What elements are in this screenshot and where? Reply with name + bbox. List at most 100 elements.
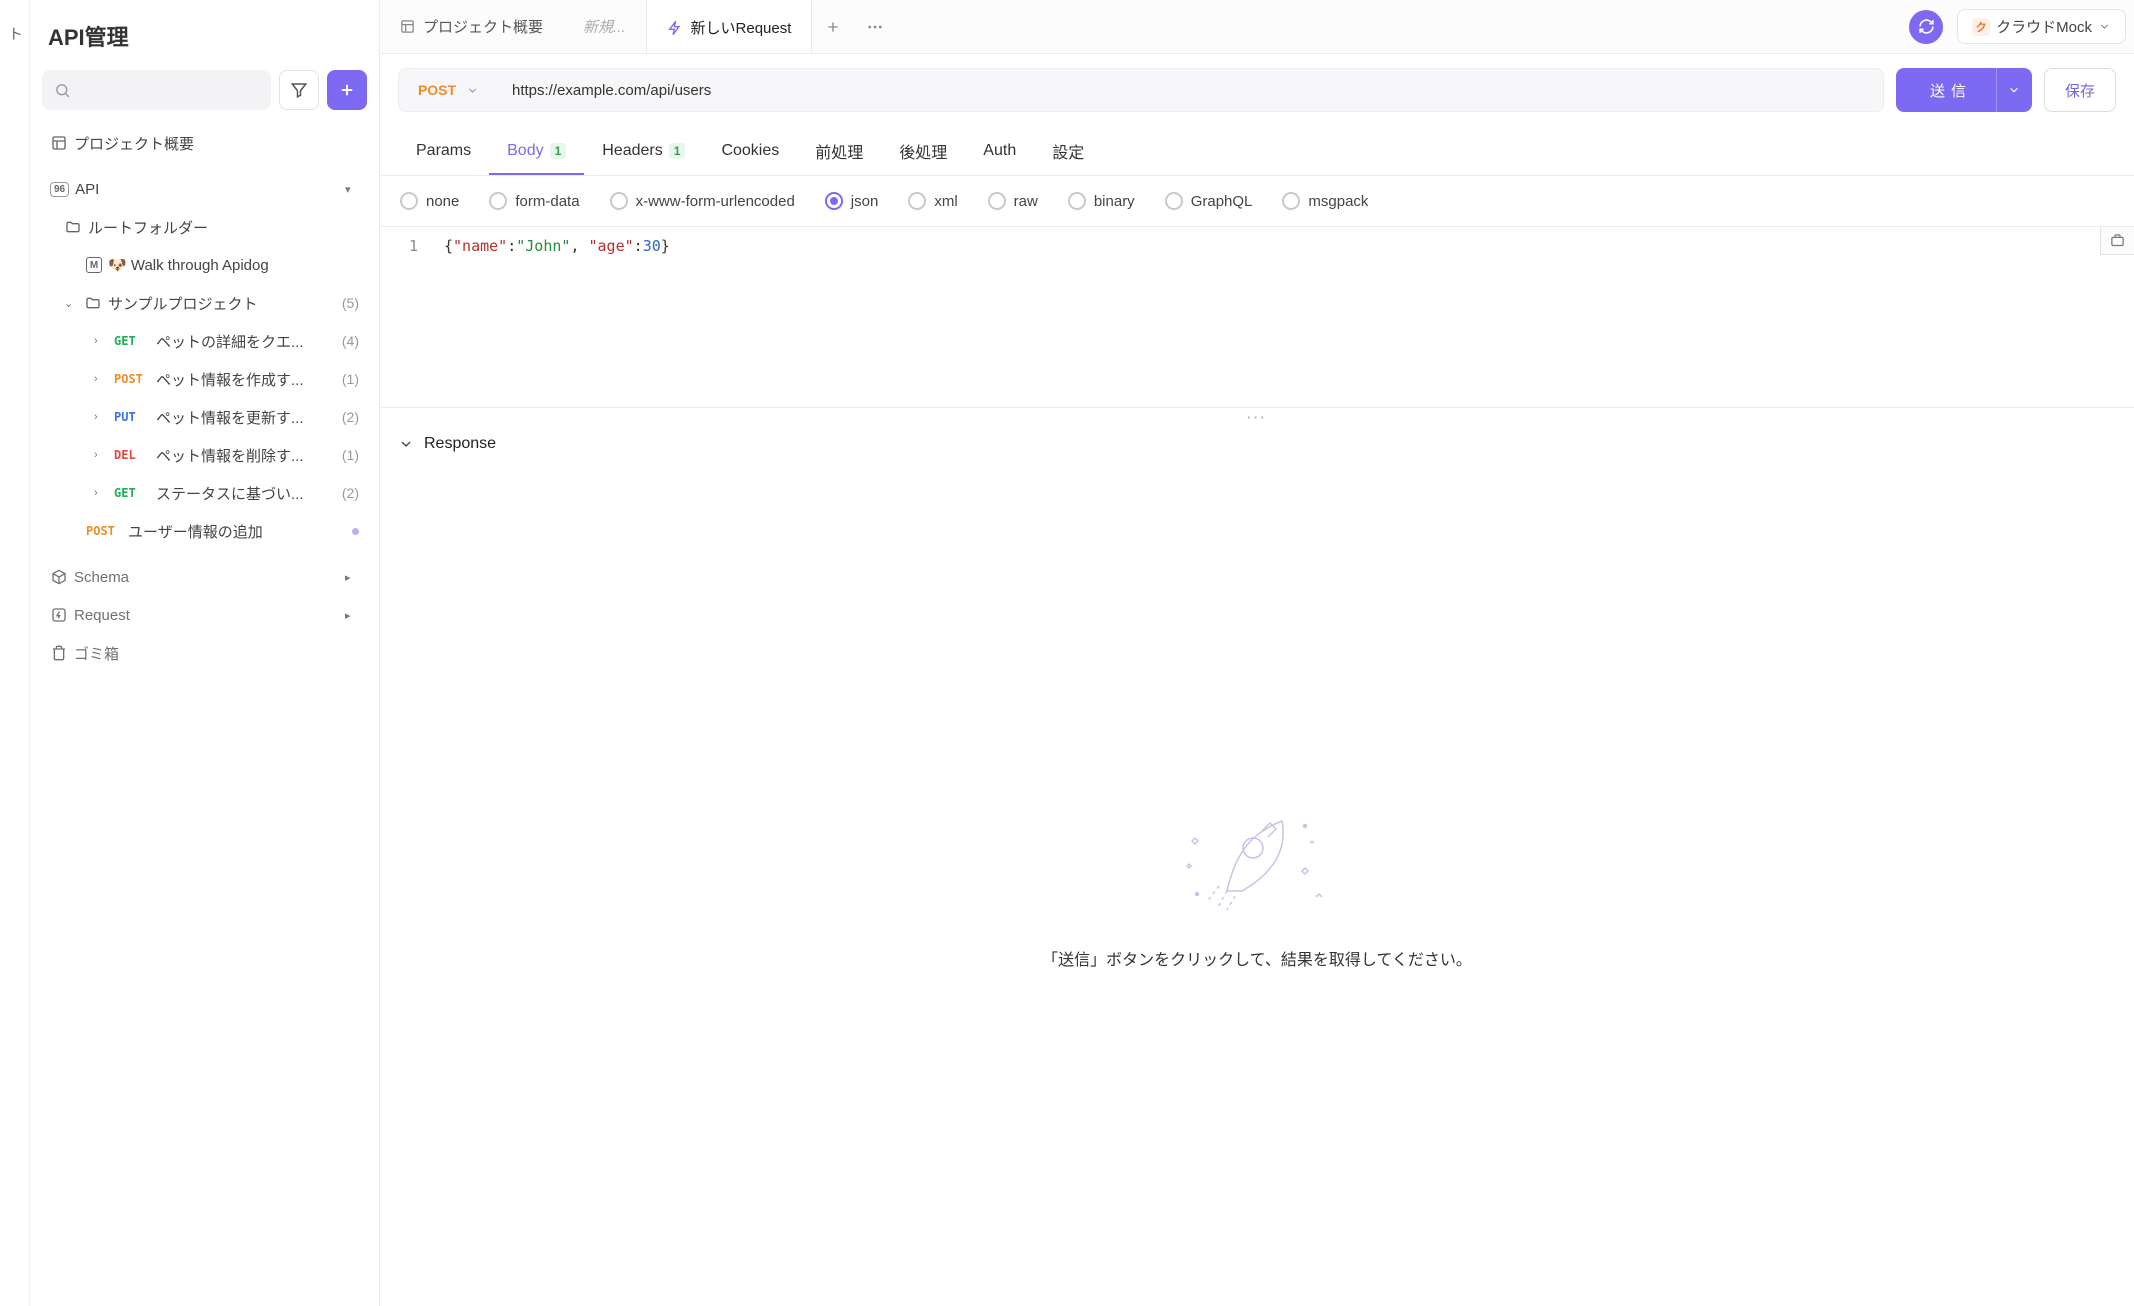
body-type-raw[interactable]: raw <box>988 192 1038 210</box>
tree-label: ステータスに基づい... <box>156 483 336 504</box>
response-hint: 「送信」ボタンをクリックして、結果を取得してください。 <box>1042 946 1472 970</box>
tab-overview[interactable]: プロジェクト概要 <box>380 0 563 53</box>
tree-request[interactable]: Request ▸ <box>42 596 367 634</box>
radio-label: msgpack <box>1308 193 1368 210</box>
tree-sample-project[interactable]: ⌄ サンプルプロジェクト (5) <box>42 284 367 322</box>
tree-walkthrough[interactable]: M 🐶 Walk through Apidog <box>42 246 367 284</box>
chevron-right-icon: › <box>94 449 108 461</box>
body-type-json[interactable]: json <box>825 192 879 210</box>
chevron-down-icon <box>2098 20 2111 33</box>
tab-active-request[interactable]: 新しいRequest <box>646 0 813 53</box>
method-badge: GET <box>114 486 150 500</box>
radio-label: GraphQL <box>1191 193 1253 210</box>
add-button[interactable] <box>327 70 367 110</box>
tab-add-button[interactable] <box>812 0 854 53</box>
sidebar-tree: プロジェクト概要 96 API ▾ ルートフォルダー M 🐶 Walk thro… <box>42 124 367 1294</box>
body-type-urlencoded[interactable]: x-www-form-urlencoded <box>610 192 795 210</box>
send-dropdown[interactable] <box>1996 68 2032 112</box>
pane-resize-handle[interactable]: ··· <box>380 407 2134 425</box>
tab-label: 新しいRequest <box>691 17 792 38</box>
cloud-mock-button[interactable]: ク クラウドMock <box>1957 9 2126 44</box>
layout-icon <box>400 19 415 34</box>
tree-schema[interactable]: Schema ▸ <box>42 558 367 596</box>
tree-label: ペットの詳細をクエ... <box>156 331 336 352</box>
tree-label: API <box>75 181 339 198</box>
tab-cookies[interactable]: Cookies <box>703 129 797 175</box>
body-type-graphql[interactable]: GraphQL <box>1165 192 1253 210</box>
tree-label: Schema <box>74 569 339 586</box>
method-select[interactable]: POST <box>398 68 498 112</box>
sidebar-title: API管理 <box>42 20 367 70</box>
tree-api-item[interactable]: › DEL ペット情報を削除す... (1) <box>42 436 367 474</box>
tab-new-placeholder[interactable]: 新規... <box>563 0 646 53</box>
caret-right-icon: ▸ <box>345 571 359 584</box>
cloud-icon: ク <box>1972 18 1990 36</box>
tree-label: ペット情報を削除す... <box>156 445 336 466</box>
tree-api-item[interactable]: ›PUTペット情報を更新す...(2) <box>42 398 367 436</box>
response-empty-state: 「送信」ボタンをクリックして、結果を取得してください。 <box>380 459 2134 1306</box>
response-header[interactable]: Response <box>380 425 2134 459</box>
cloud-mock-label: クラウドMock <box>1996 16 2092 37</box>
body-type-form-data[interactable]: form-data <box>489 192 579 210</box>
tab-more-button[interactable] <box>854 0 896 53</box>
tree-api-item[interactable]: ›GETペットの詳細をクエ...(4) <box>42 322 367 360</box>
tree-label: ユーザー情報の追加 <box>128 521 346 542</box>
search-input[interactable] <box>42 70 271 110</box>
chevron-right-icon: › <box>94 411 108 423</box>
tab-settings[interactable]: 設定 <box>1034 129 1102 175</box>
body-type-xml[interactable]: xml <box>908 192 957 210</box>
save-button[interactable]: 保存 <box>2044 68 2116 112</box>
plus-icon <box>825 19 841 35</box>
bolt-box-icon <box>50 606 68 624</box>
tree-api-item[interactable]: › GET ステータスに基づい... (2) <box>42 474 367 512</box>
more-icon <box>866 18 884 36</box>
send-button[interactable]: 送信 <box>1896 68 1996 112</box>
sync-button[interactable] <box>1909 10 1943 44</box>
tab-auth[interactable]: Auth <box>965 129 1034 175</box>
tab-pre[interactable]: 前処理 <box>797 129 881 175</box>
chevron-down-icon <box>2007 83 2021 97</box>
tree-trash[interactable]: ゴミ箱 <box>42 634 367 672</box>
radio-label: form-data <box>515 193 579 210</box>
tab-body[interactable]: Body 1 <box>489 129 584 175</box>
search-icon <box>54 82 71 99</box>
headers-count-badge: 1 <box>669 143 686 159</box>
filter-button[interactable] <box>279 70 319 110</box>
tab-post[interactable]: 後処理 <box>881 129 965 175</box>
tree-current-request[interactable]: POST ユーザー情報の追加 <box>42 512 367 550</box>
radio-label: none <box>426 193 459 210</box>
tab-headers[interactable]: Headers 1 <box>584 129 703 175</box>
tab-params[interactable]: Params <box>398 129 489 175</box>
caret-down-icon: ▾ <box>345 183 359 196</box>
tree-api-root[interactable]: 96 API ▾ <box>42 170 367 208</box>
tree-project-overview[interactable]: プロジェクト概要 <box>42 124 367 162</box>
layout-icon <box>50 134 68 152</box>
unsaved-dot-icon <box>352 528 359 535</box>
body-type-none[interactable]: none <box>400 192 459 210</box>
chevron-down-icon <box>466 84 479 97</box>
method-badge: POST <box>86 524 122 538</box>
caret-right-icon: ▸ <box>345 609 359 622</box>
trash-icon <box>50 644 68 662</box>
body-type-binary[interactable]: binary <box>1068 192 1135 210</box>
chevron-right-icon: › <box>94 487 108 499</box>
body-type-msgpack[interactable]: msgpack <box>1282 192 1368 210</box>
tree-count: (1) <box>342 371 359 387</box>
json-editor[interactable]: 1 {"name":"John", "age":30} <box>380 227 2134 265</box>
left-rail-item[interactable]: ト <box>4 20 25 47</box>
tree-count: (1) <box>342 447 359 463</box>
format-button[interactable] <box>2100 227 2134 255</box>
tab-bar: プロジェクト概要 新規... 新しいRequest ク クラウドMock <box>380 0 2134 54</box>
tree-root-folder[interactable]: ルートフォルダー <box>42 208 367 246</box>
tree-count: (2) <box>342 409 359 425</box>
method-badge: PUT <box>114 410 150 424</box>
tree-api-item[interactable]: ›POSTペット情報を作成す...(1) <box>42 360 367 398</box>
sidebar: API管理 プロジェクト概要 96 API ▾ <box>30 0 380 1306</box>
tab-label: 新規... <box>583 16 626 37</box>
chevron-down-icon: ⌄ <box>64 297 78 310</box>
tree-count: (2) <box>342 485 359 501</box>
tab-headers-label: Headers <box>602 142 662 160</box>
method-badge: DEL <box>114 448 150 462</box>
method-value: POST <box>418 82 456 98</box>
url-input[interactable] <box>498 69 1883 111</box>
